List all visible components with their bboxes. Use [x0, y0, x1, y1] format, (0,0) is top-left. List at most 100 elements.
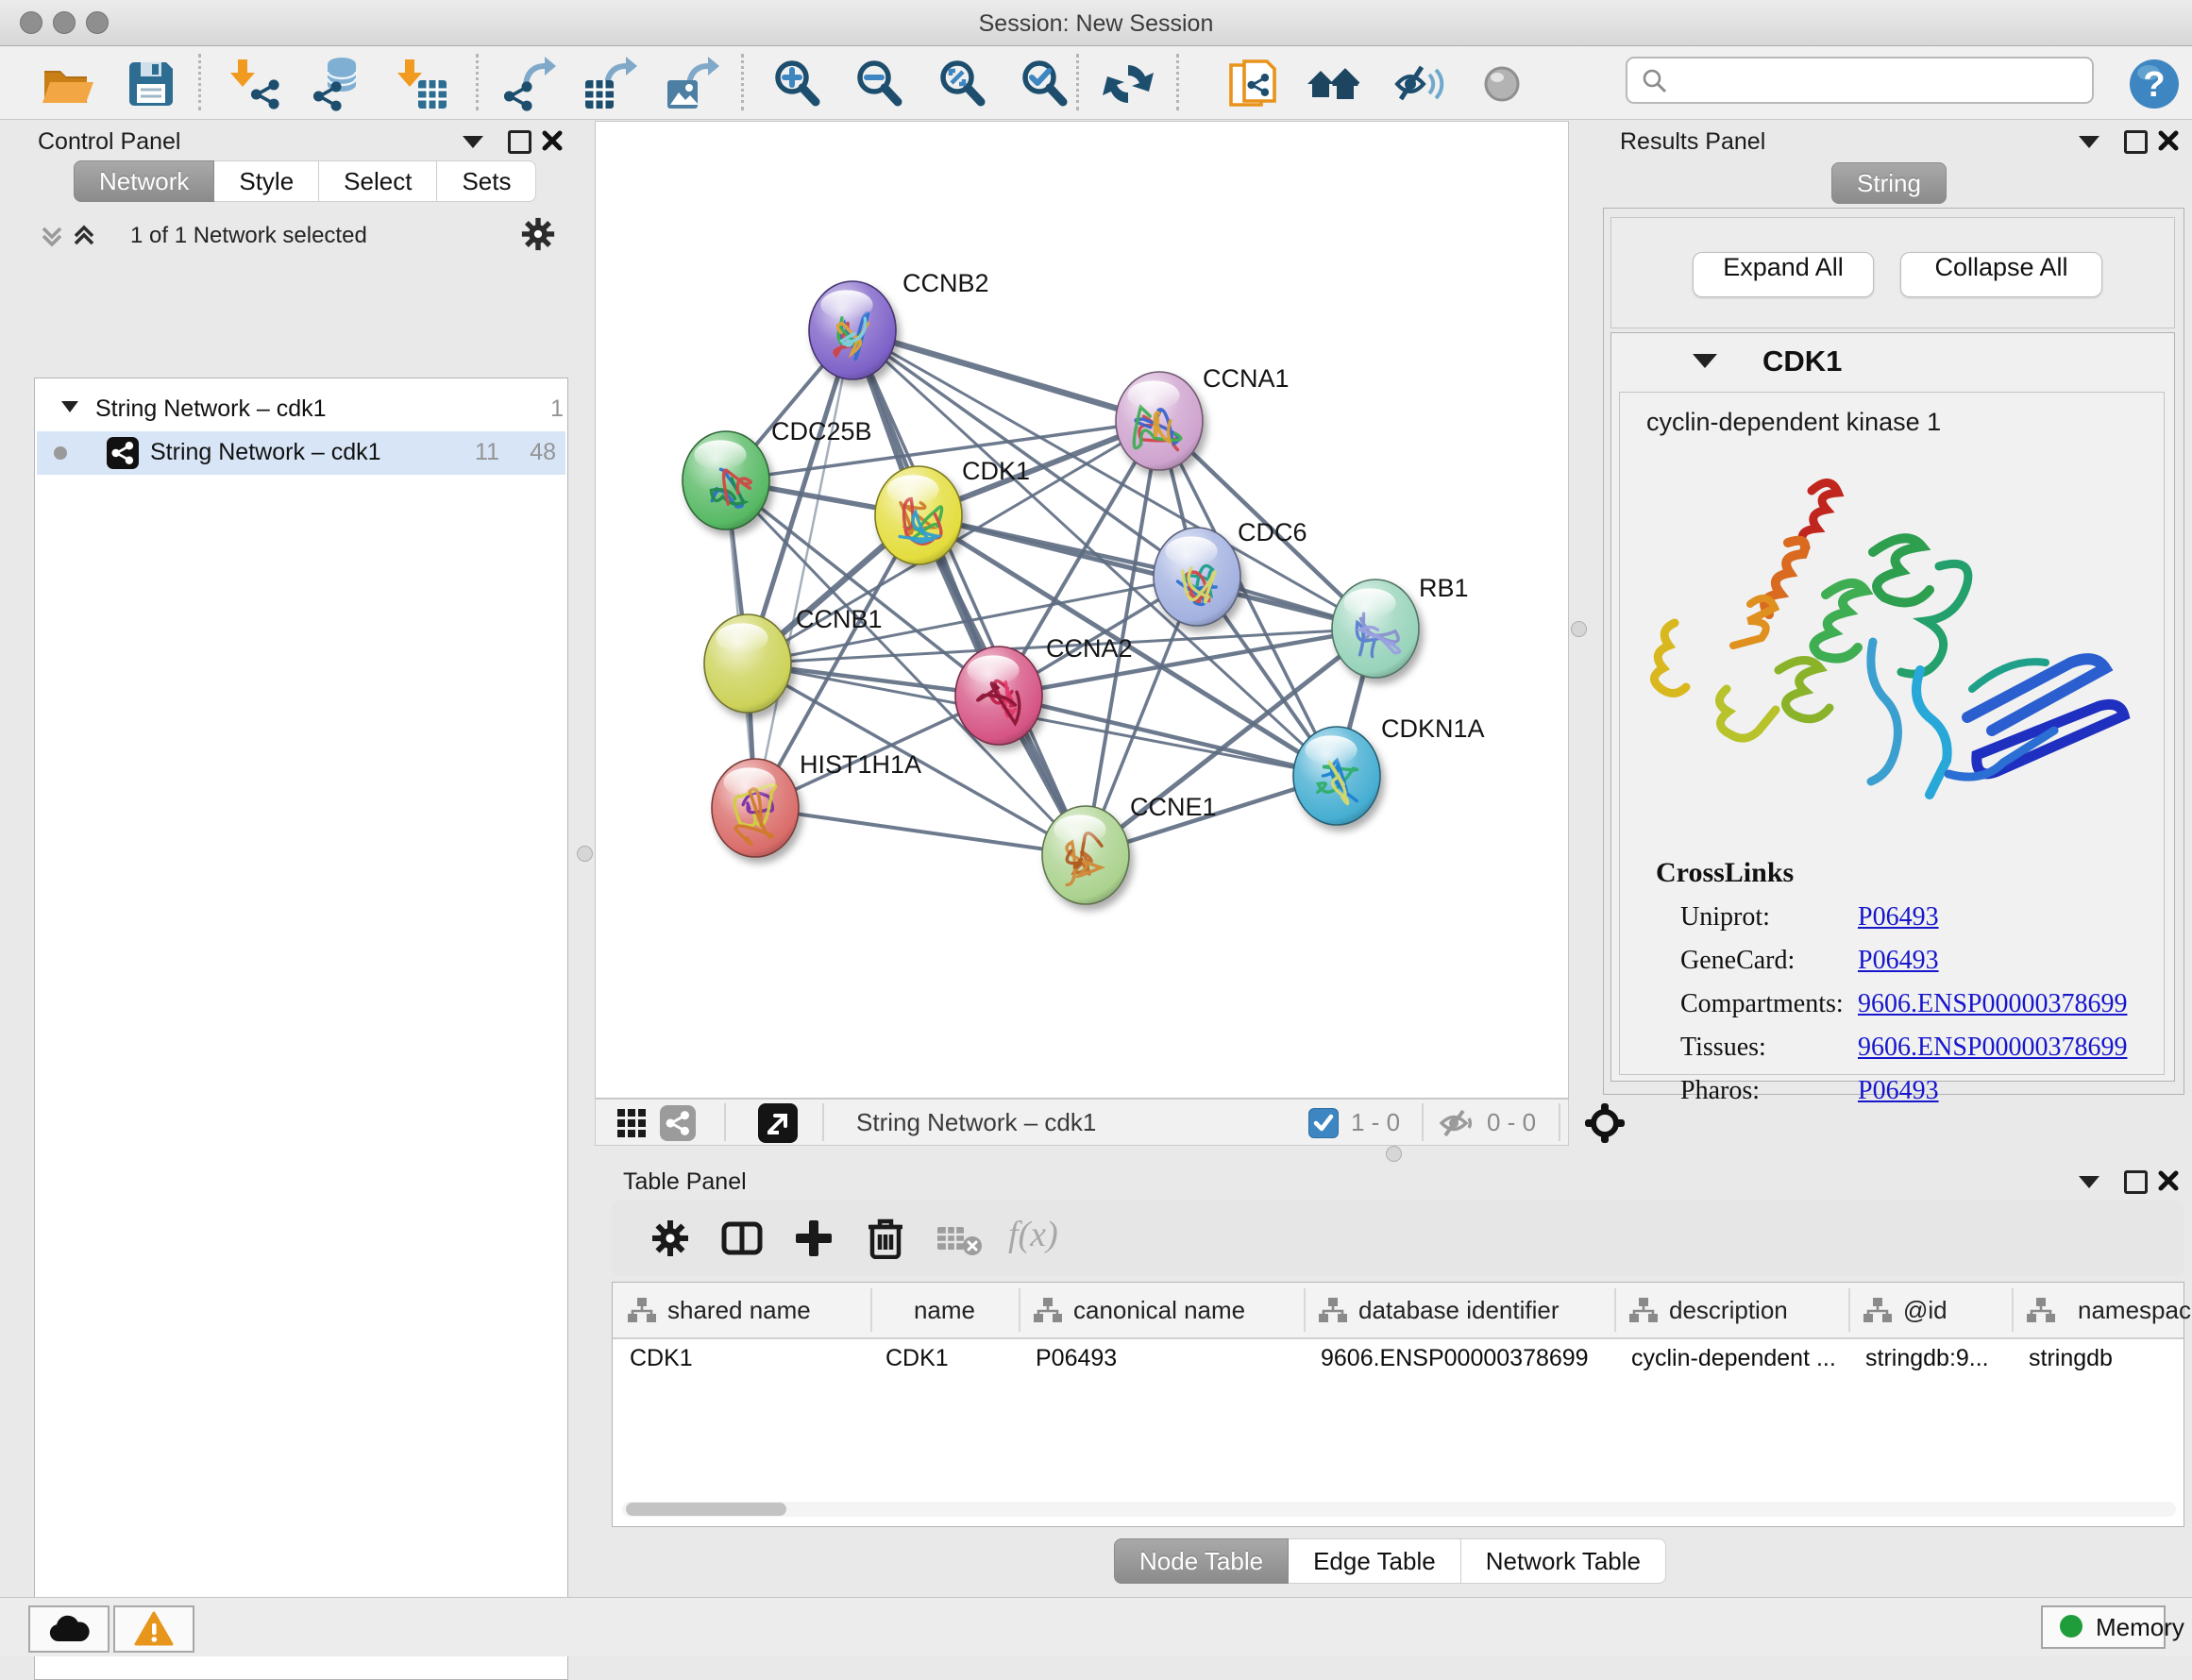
panel-menu-icon[interactable] [2079, 1176, 2099, 1188]
tree-expander-icon[interactable] [61, 401, 78, 412]
refresh-button[interactable] [1100, 56, 1156, 112]
table-cell[interactable]: stringdb [2029, 1345, 2113, 1372]
network-edge[interactable] [999, 696, 1337, 776]
save-session-button[interactable] [123, 56, 179, 112]
network-node-cdc25b[interactable] [683, 431, 769, 529]
export-image-button[interactable] [664, 56, 720, 112]
scrollbar-thumb[interactable] [626, 1503, 786, 1516]
add-column-icon[interactable] [793, 1218, 835, 1259]
table-row[interactable]: CDK1 CDK1 P06493 9606.ENSP00000378699 cyclin… [613, 1339, 2184, 1381]
column-header-canonical-name[interactable]: canonical name [1073, 1296, 1245, 1325]
column-separator[interactable] [1019, 1288, 1020, 1332]
zoom-out-button[interactable] [852, 56, 908, 112]
network-canvas[interactable]: CCNB2CCNA1CDC25BCDK1CDC6RB1CCNB1CCNA2CDK… [595, 121, 1569, 1099]
lens-icon[interactable] [1474, 56, 1530, 112]
zoom-fit-button[interactable] [935, 56, 991, 112]
network-edge[interactable] [852, 330, 1159, 421]
expand-all-icon[interactable] [70, 221, 98, 251]
tab-sets[interactable]: Sets [437, 160, 536, 202]
open-session-button[interactable] [38, 56, 94, 112]
table-cell[interactable]: CDK1 [885, 1345, 949, 1372]
tab-edge-table[interactable]: Edge Table [1289, 1538, 1461, 1584]
bottom-splitter-handle[interactable] [1386, 1146, 1402, 1162]
network-share-icon[interactable] [660, 1105, 696, 1141]
network-edge[interactable] [755, 808, 1086, 855]
horizontal-scrollbar[interactable] [622, 1502, 2176, 1517]
import-network-database-button[interactable] [310, 56, 366, 112]
crosslink-value-link[interactable]: P06493 [1858, 902, 1939, 932]
tab-network-table[interactable]: Network Table [1461, 1538, 1666, 1584]
right-splitter-handle[interactable] [1571, 621, 1587, 637]
column-header-name[interactable]: name [870, 1296, 1019, 1325]
import-network-file-button[interactable] [227, 56, 283, 112]
function-builder-icon[interactable]: f(x) [1008, 1214, 1058, 1255]
zoom-selected-button[interactable] [1017, 56, 1073, 112]
cloud-status-button[interactable] [28, 1605, 110, 1653]
network-node-ccnb1[interactable] [704, 614, 791, 713]
network-node-cdkn1a[interactable] [1293, 727, 1380, 825]
tab-string-results[interactable]: String [1831, 162, 1947, 204]
tab-node-table[interactable]: Node Table [1114, 1538, 1289, 1584]
grid-view-icon[interactable] [616, 1108, 647, 1138]
panel-float-icon[interactable] [508, 130, 531, 154]
network-node-cdc6[interactable] [1154, 528, 1240, 626]
search-box[interactable] [1626, 57, 2094, 104]
hidden-eye-icon[interactable] [1438, 1107, 1475, 1139]
network-node-cdk1[interactable] [875, 466, 962, 564]
zoom-in-button[interactable] [769, 56, 826, 112]
column-header-database-identifier[interactable]: database identifier [1358, 1296, 1559, 1325]
column-separator[interactable] [1848, 1288, 1850, 1332]
column-header-namespace[interactable]: namespace [2078, 1296, 2192, 1325]
expand-all-button[interactable]: Expand All [1693, 252, 1874, 297]
crosslink-value-link[interactable]: 9606.ENSP00000378699 [1858, 1033, 2127, 1063]
search-input[interactable] [1677, 62, 2077, 96]
network-node-ccna1[interactable] [1116, 372, 1203, 470]
table-cell[interactable]: P06493 [1036, 1345, 1117, 1372]
network-collection-row[interactable]: String Network – cdk1 1 [35, 388, 567, 429]
column-visibility-icon[interactable] [721, 1218, 763, 1259]
memory-button[interactable]: Memory [2041, 1605, 2166, 1649]
card-collapse-icon[interactable] [1693, 354, 1717, 368]
column-separator[interactable] [1614, 1288, 1616, 1332]
panel-menu-icon[interactable] [463, 136, 483, 148]
network-options-gear-icon[interactable] [521, 217, 555, 251]
tab-select[interactable]: Select [319, 160, 437, 202]
warnings-button[interactable] [113, 1605, 194, 1653]
network-node-ccne1[interactable] [1042, 806, 1129, 904]
network-node-ccnb2[interactable] [809, 281, 896, 379]
help-button[interactable]: ? [2126, 56, 2183, 112]
table-cell[interactable]: 9606.ENSP00000378699 [1321, 1345, 1589, 1372]
node-table[interactable]: shared namenamecanonical namedatabase id… [612, 1282, 2184, 1527]
crosslink-value-link[interactable]: 9606.ENSP00000378699 [1858, 989, 2127, 1019]
column-header-description[interactable]: description [1669, 1296, 1788, 1325]
crosslink-value-link[interactable]: P06493 [1858, 946, 1939, 976]
table-cell[interactable]: CDK1 [630, 1345, 693, 1372]
string-report-button[interactable] [1225, 56, 1282, 112]
panel-close-icon[interactable] [542, 130, 563, 151]
column-header--id[interactable]: @id [1903, 1296, 1948, 1325]
export-table-button[interactable] [582, 56, 638, 112]
left-splitter-handle[interactable] [577, 846, 593, 862]
import-table-file-button[interactable] [394, 56, 450, 112]
home-button[interactable] [1306, 56, 1362, 112]
panel-menu-icon[interactable] [2079, 136, 2099, 148]
panel-close-icon[interactable] [2158, 130, 2179, 151]
crosslink-value-link[interactable]: P06493 [1858, 1076, 1939, 1106]
delete-column-icon[interactable] [865, 1216, 906, 1259]
network-node-rb1[interactable] [1332, 580, 1419, 678]
hide-glass-button[interactable] [1390, 56, 1446, 112]
panel-float-icon[interactable] [2124, 130, 2148, 154]
panel-close-icon[interactable] [2158, 1170, 2179, 1191]
panel-float-icon[interactable] [2124, 1170, 2148, 1194]
collapse-all-button[interactable]: Collapse All [1900, 252, 2102, 297]
network-node-hist1h1a[interactable] [712, 759, 799, 857]
selected-checkbox-icon[interactable] [1308, 1108, 1339, 1138]
table-cell[interactable]: cyclin-dependent ... [1631, 1345, 1836, 1372]
column-separator[interactable] [1304, 1288, 1306, 1332]
table-settings-gear-icon[interactable] [651, 1219, 689, 1257]
tab-style[interactable]: Style [214, 160, 319, 202]
column-separator[interactable] [2012, 1288, 2014, 1332]
collapse-all-icon[interactable] [38, 221, 66, 251]
network-node-ccna2[interactable] [955, 647, 1042, 745]
export-network-button[interactable] [500, 56, 557, 112]
